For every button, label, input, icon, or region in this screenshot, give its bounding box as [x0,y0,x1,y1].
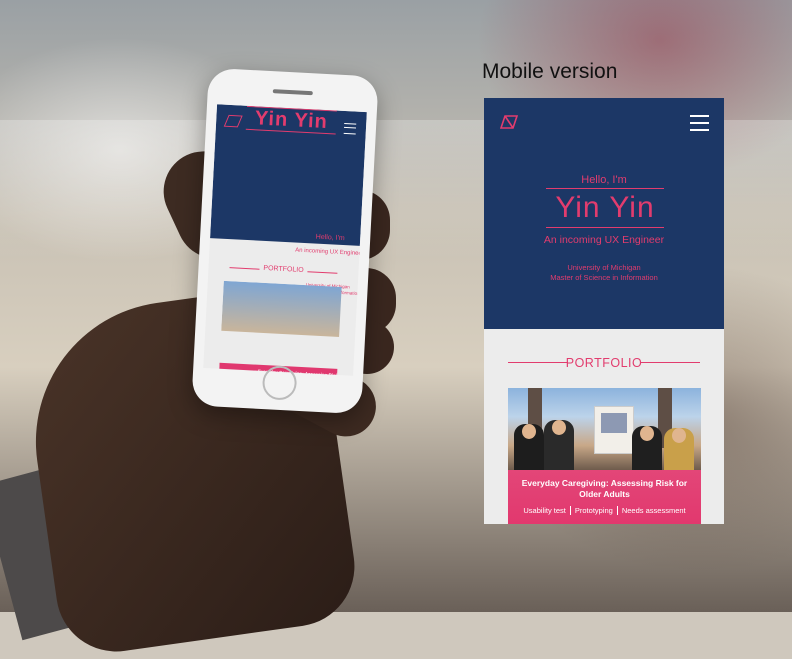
project-photo [508,388,701,470]
person [664,428,694,470]
phone-screen: Hello, I'm Yin Yin An incoming UX Engine… [203,104,367,376]
project-info-pane: Everyday Caregiving: Assessing Risk for … [508,470,701,524]
portfolio-heading: PORTFOLIO [484,354,724,372]
portfolio-title: PORTFOLIO [565,356,643,370]
person [632,426,662,470]
person [544,420,574,470]
research-poster [594,406,634,454]
mini-project-card[interactable]: Everyday Caregiving: Assessing Risk for … [218,280,342,376]
mini-portfolio: PORTFOLIO Everyday Caregiving: Assessing… [203,238,360,376]
education: University of Michigan Master of Science… [484,263,724,283]
hamburger-menu-icon[interactable] [343,122,357,135]
phone-device: Hello, I'm Yin Yin An incoming UX Engine… [191,67,379,415]
mini-project-photo [221,280,342,341]
mobile-mockup: Hello, I'm Yin Yin An incoming UX Engine… [484,98,724,524]
name-title: Yin Yin [555,191,655,224]
hero-section: Hello, I'm Yin Yin An incoming UX Engine… [484,98,724,329]
caption: Mobile version [482,60,618,83]
logo-icon[interactable] [500,115,518,129]
greeting: Hello, I'm [581,174,627,186]
project-tags: Usability test Prototyping Needs assessmen… [508,506,701,515]
university-line: University of Michigan [567,263,641,272]
phone-speaker [272,89,313,96]
logo-icon[interactable] [223,114,243,128]
tag-needs-assessment: Needs assessment [621,506,686,515]
portfolio-rule-left [508,362,568,363]
project-title: Everyday Caregiving: Assessing Risk for … [521,478,688,499]
portfolio-rule-right [640,362,700,363]
mini-name: Yin Yin [245,105,337,135]
mini-hero: Hello, I'm Yin Yin An incoming UX Engine… [210,104,367,296]
home-button [261,365,298,401]
name-frame: Yin Yin [546,188,664,228]
project-card[interactable]: Everyday Caregiving: Assessing Risk for … [508,388,701,524]
role-subtitle: An incoming UX Engineer [543,234,665,246]
degree-line: Master of Science in Information [550,273,658,282]
tag-usability-test: Usability test [519,506,571,515]
person [514,424,544,470]
tag-prototyping: Prototyping [570,506,618,515]
mini-portfolio-title: PORTFOLIO [263,264,304,275]
hamburger-menu-icon[interactable] [690,115,709,131]
mini-greeting: Hello, I'm [315,233,345,243]
